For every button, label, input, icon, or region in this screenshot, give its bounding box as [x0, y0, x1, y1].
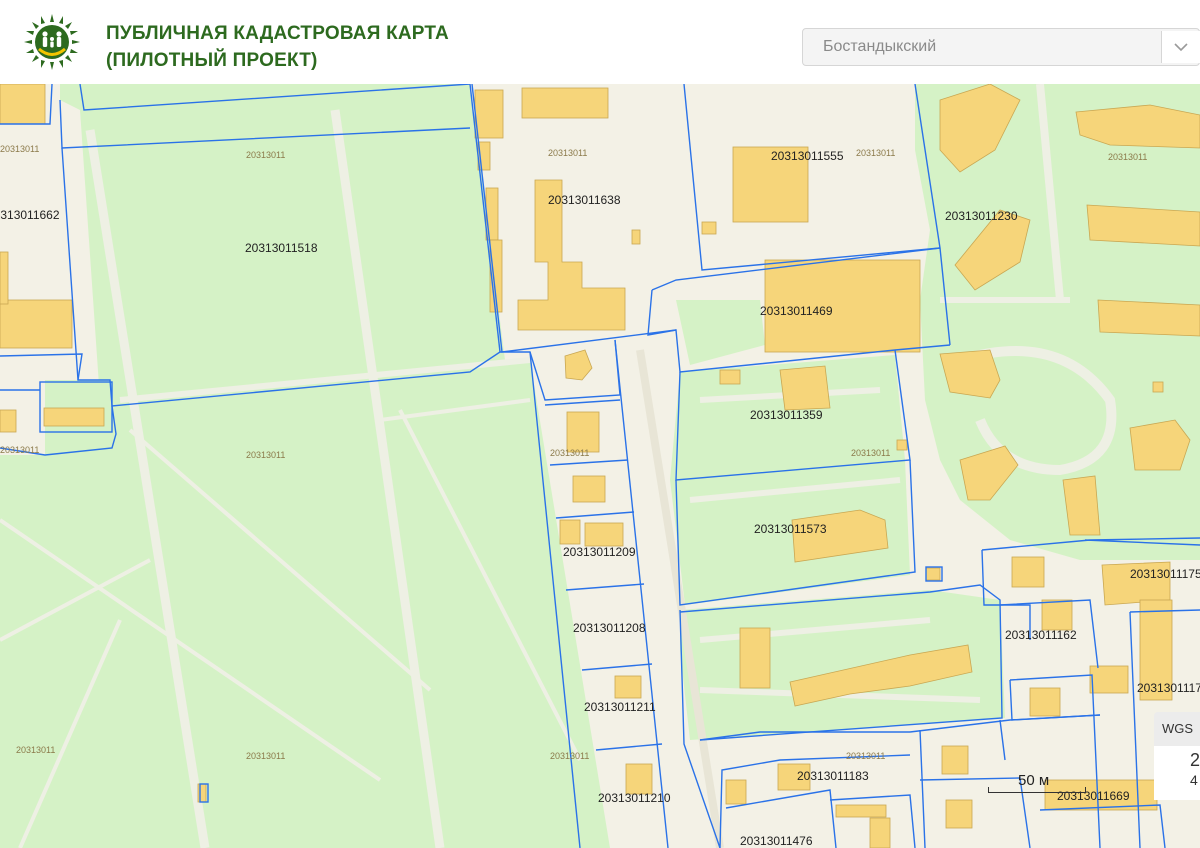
block-label: 20313011 [246, 751, 285, 761]
district-select-value: Бостандыкский [823, 38, 937, 55]
district-select-toggle[interactable] [1161, 31, 1200, 63]
site-title-line1: ПУБЛИЧНАЯ КАДАСТРОВАЯ КАРТА [106, 23, 449, 44]
parcel-label: 20313011638 [548, 193, 621, 207]
parcel-label: 20313011183 [797, 769, 869, 783]
logo-icon [24, 14, 80, 70]
parcel-label: 20313011211 [584, 700, 656, 714]
block-label: 20313011 [16, 745, 55, 755]
block-label: 20313011 [0, 445, 39, 455]
block-label: 20313011 [851, 448, 890, 458]
parcel-label: 20313011162 [1005, 628, 1077, 642]
parcel-label: 20313011573 [754, 522, 827, 536]
parcel-label: 20313011476 [740, 834, 813, 848]
site-title: ПУБЛИЧНАЯ КАДАСТРОВАЯ КАРТА (ПИЛОТНЫЙ ПР… [106, 20, 449, 74]
parcel-label: 20313011209 [563, 545, 636, 559]
site-title-line2: (ПИЛОТНЫЙ ПРОЕКТ) [106, 50, 318, 71]
wgs-value: 24 [1190, 750, 1200, 790]
block-label: 20313011 [1108, 152, 1147, 162]
block-label: 20313011 [550, 751, 589, 761]
block-label: 20313011 [246, 450, 285, 460]
app-header: ПУБЛИЧНАЯ КАДАСТРОВАЯ КАРТА (ПИЛОТНЫЙ ПР… [0, 0, 1200, 84]
map-canvas[interactable]: 20313011 20313011 20313011 20313011 2031… [0, 84, 1200, 848]
wgs-value-line1: 2 [1189, 750, 1200, 770]
block-label: 20313011 [246, 150, 285, 160]
parcel-label: 20313011518 [245, 241, 318, 255]
parcel-label: 20313011208 [573, 621, 646, 635]
wgs-coordinates: 24 [1154, 746, 1200, 800]
block-label: 20313011 [856, 148, 895, 158]
district-select[interactable]: Бостандыкский [802, 28, 1200, 66]
cadastral-map[interactable]: 20313011 20313011 20313011 20313011 2031… [0, 84, 1200, 848]
parcel-label: 20313011175 [1130, 567, 1200, 581]
parcel-label: 20313011175 [1137, 681, 1200, 695]
wgs-panel[interactable]: WGS [1154, 712, 1200, 746]
wgs-value-line2: 4 [1189, 772, 1198, 788]
scale-bar-line [988, 787, 1086, 793]
parcel-label: 20313011359 [750, 408, 823, 422]
block-label: 20313011 [548, 148, 587, 158]
block-label: 20313011 [550, 448, 589, 458]
parcel-label: 20313011210 [598, 791, 671, 805]
block-label: 20313011 [0, 144, 39, 154]
parcel-label: 20313011555 [771, 149, 844, 163]
parcel-label: 20313011662 [0, 208, 60, 222]
wgs-label: WGS [1162, 721, 1194, 736]
scale-bar: 50 м [986, 772, 1086, 794]
parcel-label: 20313011230 [945, 209, 1018, 223]
chevron-down-icon [1174, 43, 1188, 52]
block-label: 20313011 [846, 751, 885, 761]
parcel-label: 20313011469 [760, 304, 833, 318]
